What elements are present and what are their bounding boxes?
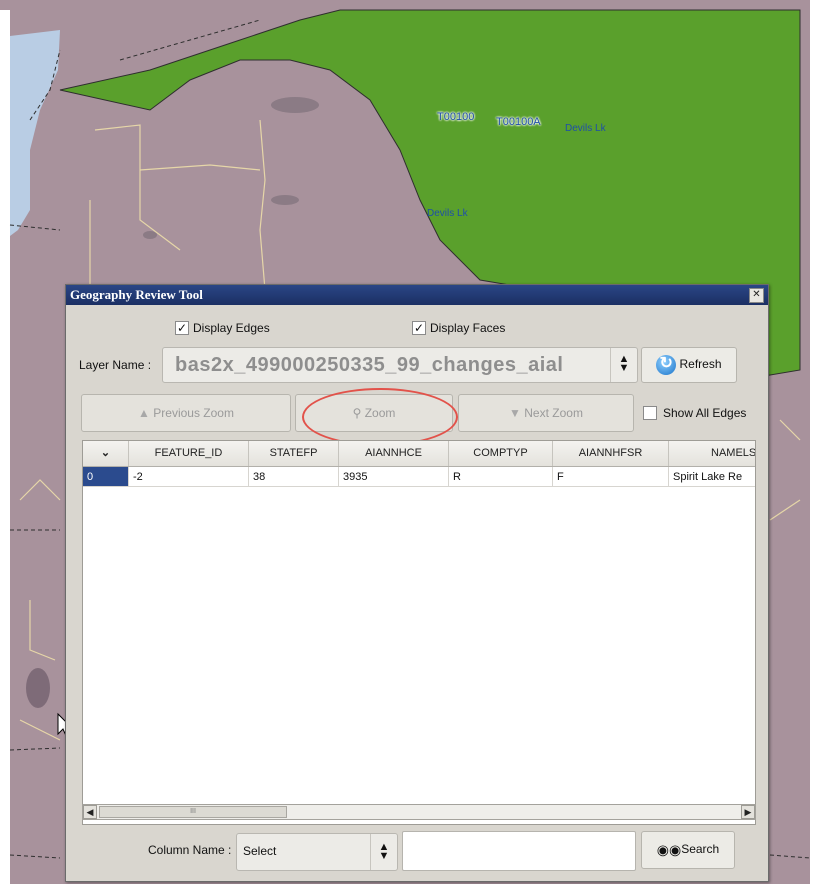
pond xyxy=(271,97,319,113)
pond xyxy=(271,195,299,205)
triangle-up-icon: ▲ xyxy=(138,406,150,420)
search-button[interactable]: ◉◉Search xyxy=(641,831,735,869)
scroll-left-icon[interactable]: ◀ xyxy=(83,805,97,819)
column-header[interactable]: AIANNHCE xyxy=(339,441,449,466)
attribute-table[interactable]: ⌄ FEATURE_ID STATEFP AIANNHCE COMPTYP AI… xyxy=(82,440,756,825)
column-header[interactable]: STATEFP xyxy=(249,441,339,466)
search-button-label: Search xyxy=(681,842,720,857)
column-header[interactable]: COMPTYP xyxy=(449,441,553,466)
refresh-button[interactable]: Refresh xyxy=(641,347,737,383)
chevron-updown-icon[interactable]: ▲ ▼ xyxy=(370,834,397,870)
dialog-titlebar[interactable]: Geography Review Tool ✕ xyxy=(66,285,768,305)
chevron-down-icon[interactable]: ⌄ xyxy=(83,441,129,466)
column-name-select[interactable]: Select ▲ ▼ xyxy=(236,833,398,871)
table-cell[interactable]: F xyxy=(553,467,669,487)
display-faces-checkbox[interactable]: ✓ xyxy=(412,321,426,335)
table-header: ⌄ FEATURE_ID STATEFP AIANNHCE COMPTYP AI… xyxy=(83,441,755,467)
next-zoom-button[interactable]: ▼ Next Zoom xyxy=(458,394,634,432)
table-row[interactable]: 0 -2 38 3935 R F Spirit Lake Re xyxy=(83,467,755,487)
table-cell[interactable]: 38 xyxy=(249,467,339,487)
map-frame-right xyxy=(810,0,820,884)
search-input[interactable] xyxy=(402,831,636,871)
previous-zoom-button[interactable]: ▲ Previous Zoom xyxy=(81,394,291,432)
table-cell[interactable]: 3935 xyxy=(339,467,449,487)
close-icon[interactable]: ✕ xyxy=(749,288,764,303)
layer-name-value: bas2x_499000250335_99_changes_aial xyxy=(175,354,564,376)
scroll-thumb[interactable]: III xyxy=(99,806,287,818)
column-header[interactable]: NAMELSAD xyxy=(669,441,755,466)
map-label-lake-2: Devils Lk xyxy=(427,208,468,219)
row-index[interactable]: 0 xyxy=(83,467,129,487)
dialog-title: Geography Review Tool xyxy=(70,287,203,302)
chevron-updown-icon[interactable]: ▲ ▼ xyxy=(610,348,637,382)
column-name-value: Select xyxy=(243,844,277,858)
table-cell[interactable]: -2 xyxy=(129,467,249,487)
scroll-right-icon[interactable]: ▶ xyxy=(741,805,755,819)
column-header[interactable]: FEATURE_ID xyxy=(129,441,249,466)
refresh-icon xyxy=(656,353,677,375)
horizontal-scrollbar[interactable]: ◀ III ▶ xyxy=(82,804,756,820)
refresh-button-label: Refresh xyxy=(679,357,722,372)
previous-zoom-label: Previous Zoom xyxy=(153,406,234,420)
display-edges-label: Display Edges xyxy=(193,321,270,335)
display-edges-checkbox[interactable]: ✓ xyxy=(175,321,189,335)
show-all-edges-label: Show All Edges xyxy=(663,406,747,420)
triangle-down-icon: ▼ xyxy=(509,406,521,420)
pond xyxy=(143,231,157,239)
column-header[interactable]: AIANNHFSR xyxy=(553,441,669,466)
column-name-label: Column Name : xyxy=(148,843,232,857)
display-faces-label: Display Faces xyxy=(430,321,506,335)
next-zoom-label: Next Zoom xyxy=(524,406,583,420)
table-cell[interactable]: Spirit Lake Re xyxy=(669,467,755,487)
table-cell[interactable]: R xyxy=(449,467,553,487)
binoculars-icon: ◉◉ xyxy=(656,841,682,858)
map-label-lake-1: Devils Lk xyxy=(565,123,606,134)
geography-review-dialog: Geography Review Tool ✕ ✓ Display Edges … xyxy=(65,284,769,882)
map-label-tract-1: T00100 xyxy=(437,111,475,123)
map-frame-left xyxy=(0,10,10,884)
pond xyxy=(26,668,50,708)
layer-name-select[interactable]: bas2x_499000250335_99_changes_aial ▲ ▼ xyxy=(162,347,638,383)
layer-name-label: Layer Name : xyxy=(79,358,152,372)
zoom-highlight-annotation xyxy=(302,388,458,446)
map-label-tract-2: T00100A xyxy=(496,116,541,128)
show-all-edges-checkbox[interactable] xyxy=(643,406,657,420)
